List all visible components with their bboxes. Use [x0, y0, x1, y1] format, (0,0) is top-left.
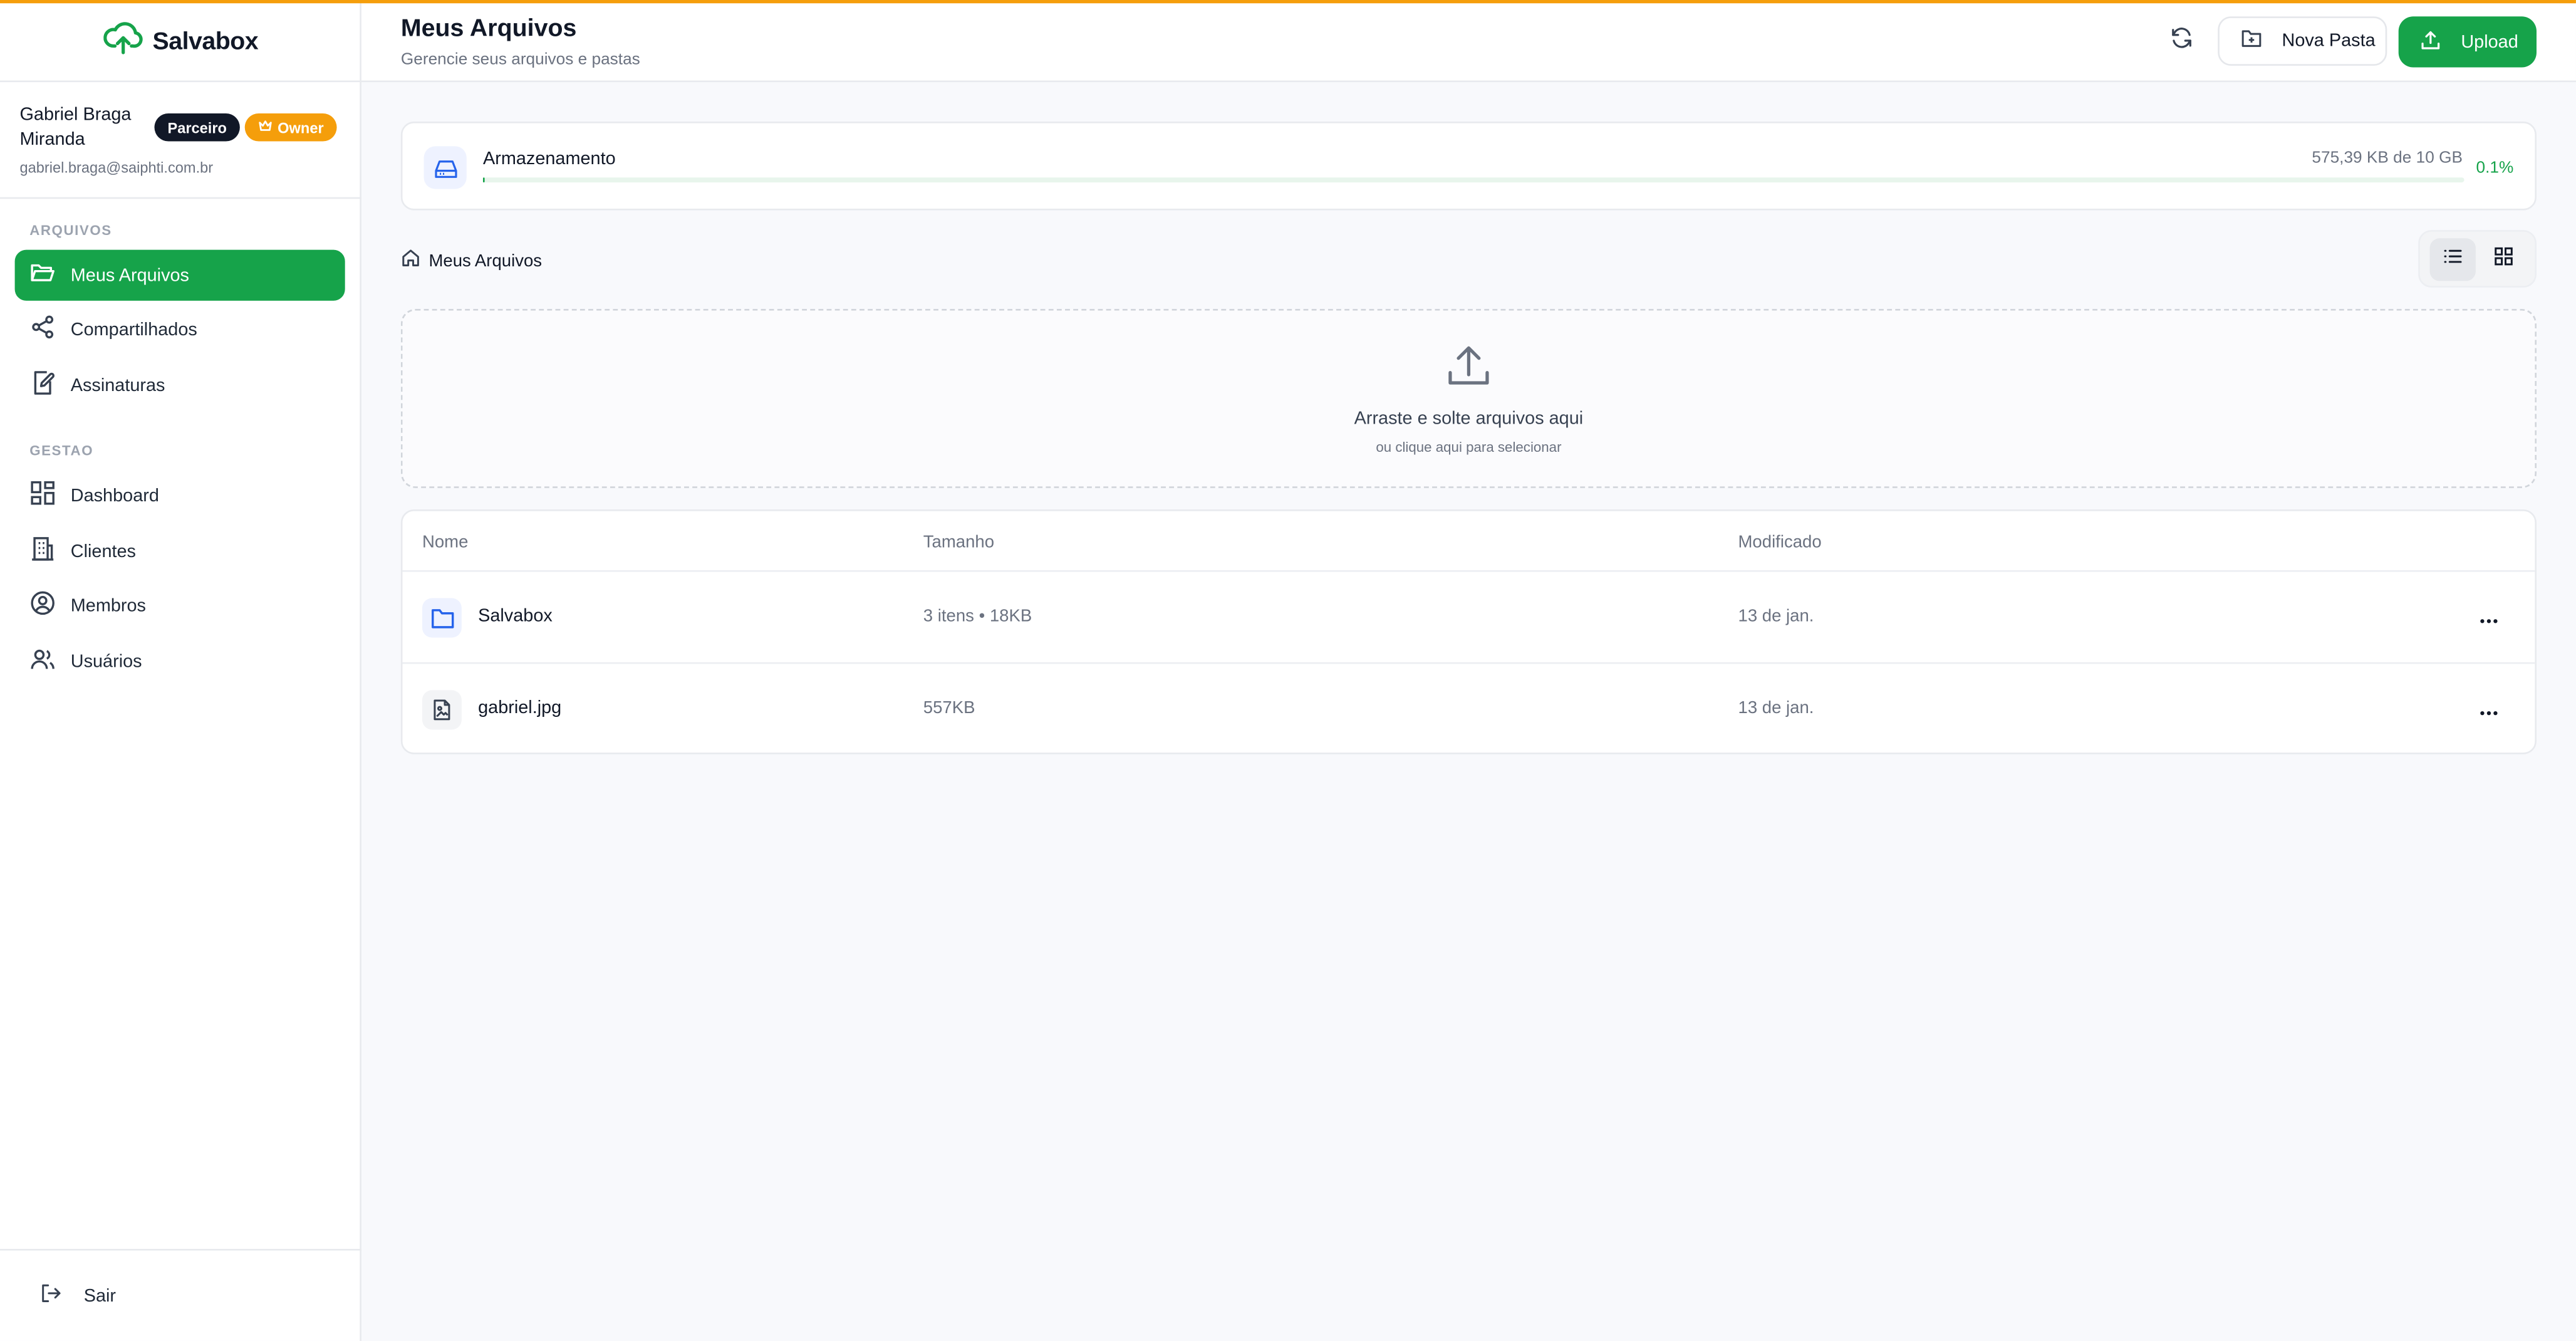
- dashboard-icon: [29, 480, 56, 511]
- sidebar-item-label: Usuários: [70, 651, 142, 672]
- crown-icon: [258, 118, 273, 137]
- sidebar-item-my-files[interactable]: Meus Arquivos: [14, 249, 345, 301]
- section-label-management: GESTAO: [29, 442, 94, 459]
- logout-button[interactable]: Sair: [39, 1281, 116, 1310]
- page-subtitle: Gerencie seus arquivos e pastas: [400, 51, 640, 70]
- storage-progress-fill: [482, 177, 486, 183]
- folder-plus-icon: [2241, 28, 2262, 55]
- row-actions-button[interactable]: [2473, 694, 2505, 726]
- file-table: Nome Tamanho Modificado Salvabox 3 itens…: [400, 509, 2537, 756]
- file-name: Salvabox: [478, 606, 553, 627]
- storage-label: Armazenamento: [482, 149, 616, 170]
- signature-icon: [29, 370, 56, 401]
- home-icon: [401, 248, 420, 273]
- new-folder-button[interactable]: Nova Pasta: [2218, 16, 2387, 66]
- upload-dropzone[interactable]: Arraste e solte arquivos aqui ou clique …: [400, 309, 2537, 488]
- brand-name: Salvabox: [152, 28, 259, 56]
- owner-badge: Owner: [244, 113, 337, 142]
- user-profile: Gabriel Braga Miranda Parceiro Owner gab…: [0, 82, 361, 199]
- brand[interactable]: Salvabox: [0, 3, 361, 83]
- upload-label: Upload: [2461, 32, 2518, 52]
- new-folder-label: Nova Pasta: [2282, 31, 2376, 51]
- sidebar-item-dashboard[interactable]: Dashboard: [15, 470, 345, 521]
- storage-used-text: 575,39 KB de 10 GB: [2312, 149, 2463, 168]
- file-size: 557KB: [923, 698, 975, 718]
- logout-icon: [39, 1281, 63, 1310]
- storage-percent: 0.1%: [2476, 159, 2514, 178]
- sidebar-item-signatures[interactable]: Assinaturas: [15, 360, 345, 410]
- section-label-files: ARQUIVOS: [29, 222, 112, 239]
- sidebar-item-members[interactable]: Membros: [15, 580, 345, 631]
- refresh-icon: [2170, 26, 2193, 57]
- file-name: gabriel.jpg: [478, 698, 562, 718]
- sidebar-item-users[interactable]: Usuários: [15, 636, 345, 687]
- table-row[interactable]: gabriel.jpg 557KB 13 de jan.: [402, 664, 2535, 756]
- list-view-button[interactable]: [2429, 237, 2475, 281]
- sidebar: Salvabox Gabriel Braga Miranda Parceiro …: [0, 0, 361, 1341]
- sidebar-item-label: Compartilhados: [70, 320, 197, 340]
- user-email: gabriel.braga@saiphti.com.br: [19, 159, 214, 176]
- dropzone-subtitle: ou clique aqui para selecionar: [1376, 439, 1562, 456]
- partner-badge: Parceiro: [154, 113, 240, 142]
- page-title: Meus Arquivos: [400, 14, 577, 43]
- more-horizontal-icon: [2479, 695, 2498, 724]
- file-modified: 13 de jan.: [1738, 606, 1814, 627]
- sidebar-footer: Sair: [0, 1249, 361, 1341]
- top-accent-line: [0, 0, 2576, 4]
- storage-progress-bar: [482, 177, 2464, 183]
- sidebar-item-shared[interactable]: Compartilhados: [15, 304, 345, 355]
- table-row[interactable]: Salvabox 3 itens • 18KB 13 de jan.: [402, 572, 2535, 664]
- breadcrumb[interactable]: Meus Arquivos: [401, 248, 542, 273]
- grid-view-button[interactable]: [2480, 237, 2526, 280]
- file-size: 3 itens • 18KB: [923, 606, 1032, 627]
- row-actions-button[interactable]: [2473, 602, 2505, 634]
- user-circle-icon: [29, 590, 56, 621]
- upload-tray-icon: [1444, 342, 1493, 399]
- sidebar-item-clients[interactable]: Clientes: [15, 526, 345, 577]
- file-modified: 13 de jan.: [1738, 698, 1814, 718]
- partner-badge-label: Parceiro: [167, 119, 227, 136]
- app-window: Salvabox Gabriel Braga Miranda Parceiro …: [0, 0, 2576, 1341]
- folder-icon: [422, 598, 462, 638]
- sidebar-item-label: Clientes: [70, 541, 137, 561]
- cloud-upload-logo-icon: [103, 19, 143, 64]
- column-header-modified[interactable]: Modificado: [1738, 533, 1821, 552]
- upload-icon: [2420, 29, 2441, 55]
- image-file-icon: [422, 690, 462, 730]
- column-header-size[interactable]: Tamanho: [923, 533, 994, 552]
- storage-card: Armazenamento 575,39 KB de 10 GB 0.1%: [400, 122, 2537, 211]
- folder-open-icon: [29, 259, 56, 291]
- users-icon: [29, 646, 56, 677]
- sidebar-item-label: Dashboard: [70, 485, 159, 506]
- view-mode-toggle: [2418, 230, 2537, 288]
- breadcrumb-root: Meus Arquivos: [428, 250, 543, 271]
- sidebar-item-label: Assinaturas: [70, 375, 165, 395]
- column-header-name[interactable]: Nome: [422, 533, 468, 552]
- share-icon: [29, 314, 56, 345]
- owner-badge-label: Owner: [278, 119, 324, 136]
- sidebar-item-label: Membros: [70, 595, 146, 616]
- hard-drive-icon: [423, 146, 467, 189]
- logout-label: Sair: [83, 1286, 117, 1306]
- upload-button[interactable]: Upload: [2398, 16, 2537, 68]
- list-icon: [2442, 244, 2461, 273]
- user-name: Gabriel Braga Miranda: [19, 105, 132, 150]
- grid-icon: [2493, 244, 2512, 273]
- page-header: Meus Arquivos Gerencie seus arquivos e p…: [361, 3, 2576, 83]
- sidebar-item-label: Meus Arquivos: [70, 265, 189, 285]
- refresh-button[interactable]: [2165, 24, 2198, 57]
- building-icon: [29, 536, 56, 567]
- dropzone-title: Arraste e solte arquivos aqui: [1354, 409, 1584, 429]
- more-horizontal-icon: [2479, 603, 2498, 632]
